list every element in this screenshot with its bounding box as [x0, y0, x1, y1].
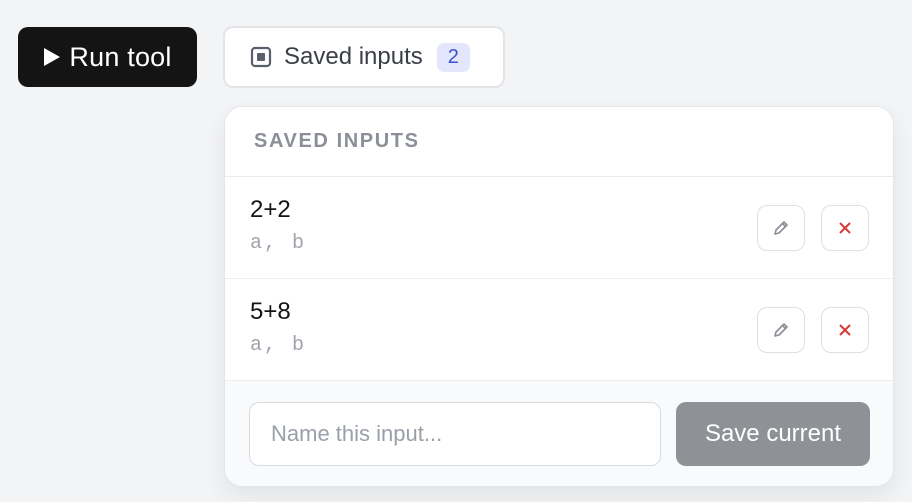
list-item[interactable]: 2+2 a, b: [225, 177, 893, 279]
close-icon: [838, 323, 852, 337]
panel-title: SAVED INPUTS: [225, 107, 893, 177]
run-tool-button[interactable]: Run tool: [18, 27, 197, 87]
saved-inputs-label: Saved inputs: [284, 43, 423, 70]
edit-button[interactable]: [757, 307, 805, 353]
play-icon: [43, 47, 61, 67]
stack-icon: [250, 46, 272, 68]
run-tool-label: Run tool: [69, 41, 172, 72]
save-current-button[interactable]: Save current: [676, 402, 870, 466]
saved-inputs-panel: SAVED INPUTS 2+2 a, b 5+8 a, b Name this…: [224, 106, 894, 487]
name-input-field[interactable]: [249, 402, 661, 466]
saved-inputs-button[interactable]: Saved inputs 2: [223, 26, 505, 88]
delete-button[interactable]: [821, 205, 869, 251]
pencil-icon: [771, 320, 791, 340]
edit-button[interactable]: [757, 205, 805, 251]
list-item[interactable]: 5+8 a, b: [225, 279, 893, 381]
close-icon: [838, 221, 852, 235]
saved-count-badge: 2: [436, 42, 470, 72]
delete-button[interactable]: [821, 307, 869, 353]
pencil-icon: [771, 218, 791, 238]
panel-footer: Save current: [225, 381, 893, 486]
